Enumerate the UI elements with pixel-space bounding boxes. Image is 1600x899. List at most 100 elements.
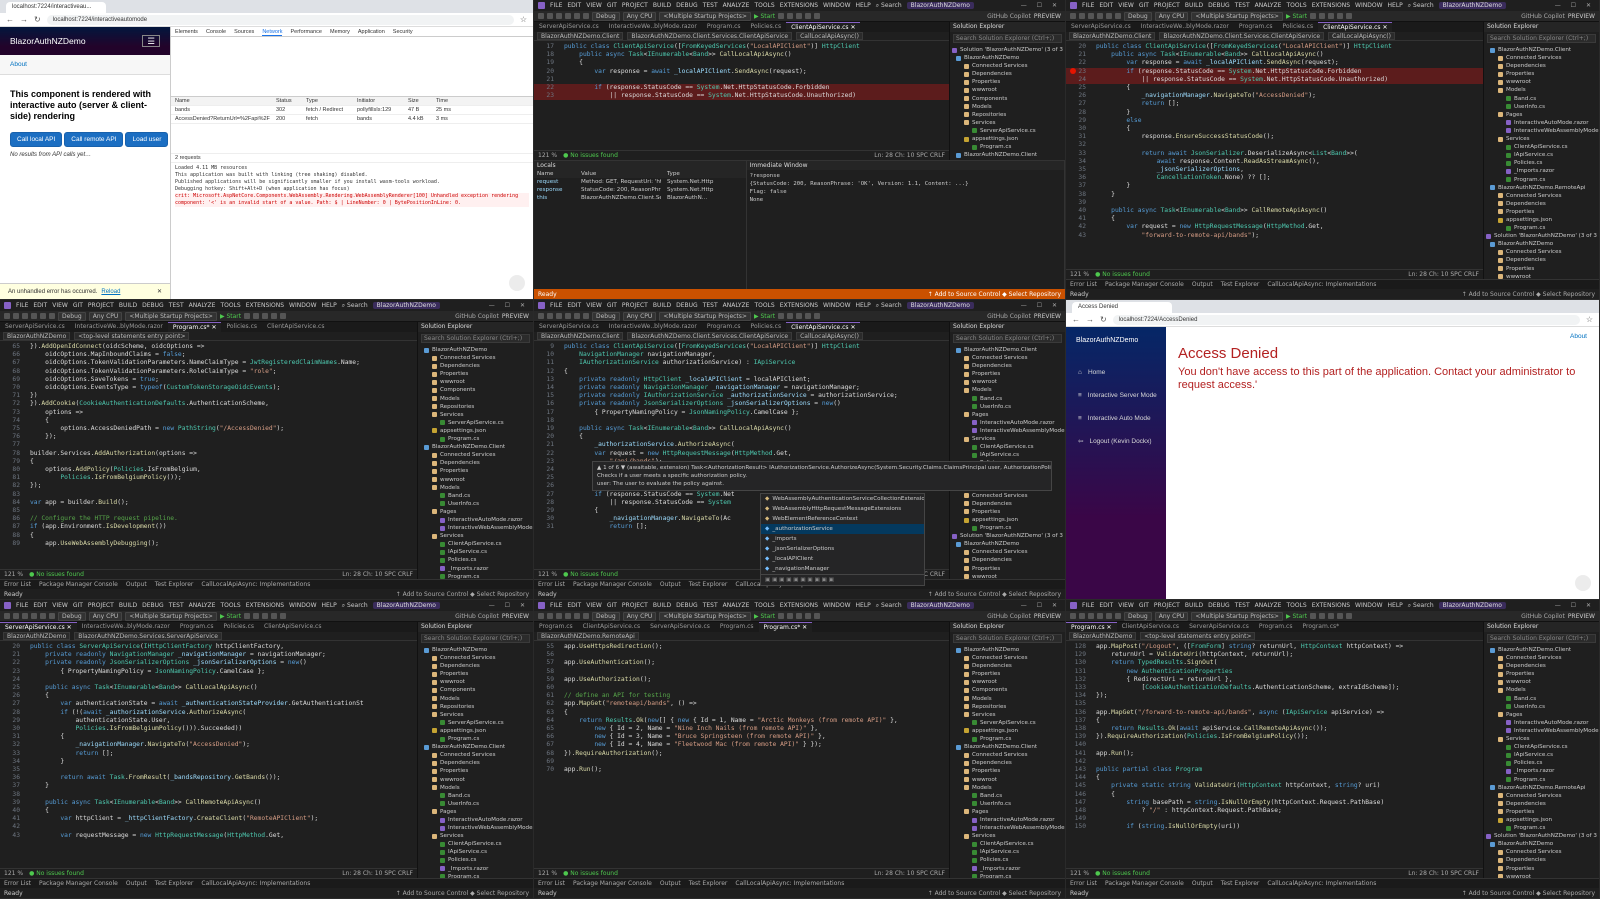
tree-item[interactable]: Band.cs (1484, 95, 1599, 103)
menu-item-view[interactable]: VIEW (586, 602, 602, 609)
toolbar-icon[interactable] (244, 313, 251, 319)
tree-item[interactable]: Services (1484, 735, 1599, 743)
tree-item[interactable]: Dependencies (1484, 62, 1599, 70)
menu-item-extensions[interactable]: EXTENSIONS (1312, 602, 1350, 609)
toolbar-icon[interactable] (565, 613, 571, 619)
tree-item[interactable]: Dependencies (950, 556, 1065, 564)
code-line[interactable]: 133 [CookieAuthenticationDefaults.Authen… (1066, 684, 1483, 692)
bottom-tab[interactable]: CallLocalApiAsync: Implementations (1267, 880, 1376, 887)
tree-item[interactable]: Program.cs (1484, 176, 1599, 184)
zoom-level[interactable]: 121 % (4, 870, 23, 877)
menu-item-project[interactable]: PROJECT (1154, 2, 1180, 9)
tree-item[interactable]: Connected Services (418, 751, 533, 759)
code-line[interactable]: 36 return await Task.FromResult(_bandsRe… (0, 774, 417, 782)
nav-dropdown[interactable]: BlazorAuthNZDemo.Client.Services.ClientA… (627, 32, 793, 40)
menu-item-file[interactable]: FILE (550, 302, 562, 309)
devtools-tab-elements[interactable]: Elements (175, 27, 198, 36)
toolbar-icon[interactable] (22, 613, 28, 619)
tree-item[interactable]: UserInfo.cs (418, 500, 533, 508)
tree-item[interactable]: Properties (1484, 265, 1599, 273)
tree-item[interactable]: _Imports.razor (1484, 167, 1599, 175)
tree-item[interactable]: Band.cs (950, 792, 1065, 800)
forward-icon[interactable]: → (20, 15, 28, 24)
code-line[interactable]: 34 await response.Content.ReadAsStreamAs… (1066, 158, 1483, 166)
tree-item[interactable]: Models (418, 395, 533, 403)
code-line[interactable]: 58 (534, 668, 949, 676)
toolbar-icon[interactable] (1346, 613, 1353, 619)
toolbar-icon[interactable] (4, 613, 10, 619)
completion-item[interactable]: ◆ WebElementReferenceContext (761, 514, 924, 524)
menu-item-edit[interactable]: EDIT (567, 602, 581, 609)
editor-tab[interactable]: InteractiveWe..blyMode.razor (70, 322, 168, 332)
editor-tab[interactable]: InteractiveWe..blyMode.razor (1136, 22, 1234, 32)
tree-item[interactable]: Properties (950, 670, 1065, 678)
code-line[interactable]: 86// Configure the HTTP request pipeline… (0, 515, 417, 523)
bottom-tab[interactable]: CallLocalApiAsync: Implementations (201, 880, 310, 887)
tree-item[interactable]: BlazorAuthNZDemo.RemoteApi (1484, 184, 1599, 192)
toolbar-icon[interactable] (814, 313, 821, 319)
menu-item-debug[interactable]: DEBUG (142, 302, 164, 309)
code-line[interactable]: 71}) (0, 392, 417, 400)
code-line[interactable]: 55 app.UseHttpsRedirection(); (534, 643, 949, 651)
toolbar-icon[interactable] (574, 313, 580, 319)
menu-item-view[interactable]: VIEW (52, 602, 68, 609)
bottom-tab[interactable]: Output (126, 880, 147, 887)
code-line[interactable]: 31 { (0, 733, 417, 741)
editor-tab[interactable]: Program.cs* ✕ (167, 322, 222, 332)
toolbar-icon[interactable] (814, 13, 821, 19)
code-line[interactable]: 136 app.MapGet("/forward-to-remote-api/ba… (1066, 709, 1483, 717)
code-line[interactable]: 29 else (1066, 117, 1483, 125)
editor-tab[interactable]: ClientApiService.cs (1117, 622, 1184, 632)
tree-item[interactable]: Connected Services (418, 451, 533, 459)
tree-item[interactable]: Models (418, 484, 533, 492)
code-line[interactable]: 149 (1066, 815, 1483, 823)
editor-tab[interactable]: ClientApiService.cs ✕ (786, 322, 861, 332)
tree-item[interactable]: Connected Services (950, 751, 1065, 759)
tree-item[interactable]: Connected Services (418, 654, 533, 662)
toolbar-icon[interactable] (1319, 13, 1326, 19)
tree-item[interactable]: appsettings.json (950, 516, 1065, 524)
menu-item-window[interactable]: WINDOW (289, 302, 316, 309)
menu-item-git[interactable]: GIT (607, 302, 617, 309)
solution-search-input[interactable]: Search Solution Explorer (Ctrl+;) (421, 334, 530, 343)
code-line[interactable]: 24 (0, 676, 417, 684)
play-overlay-icon[interactable] (509, 275, 525, 291)
toolbar-icon[interactable] (1106, 13, 1112, 19)
code-line[interactable]: 40 { (0, 807, 417, 815)
tree-item[interactable]: Pages (418, 808, 533, 816)
toolbar-icon[interactable] (787, 313, 794, 319)
reload-icon[interactable]: ↻ (1100, 315, 1107, 324)
tree-item[interactable]: appsettings.json (418, 427, 533, 435)
nav-dropdown[interactable]: BlazorAuthNZDemo.Client (537, 332, 624, 340)
tree-item[interactable]: Connected Services (1484, 792, 1599, 800)
tree-item[interactable]: Properties (418, 767, 533, 775)
tree-item[interactable]: Models (950, 103, 1065, 111)
start-button[interactable]: ▶ Start (754, 613, 775, 620)
code-line[interactable]: 25 public async Task<IEnumerable<Band>> … (0, 684, 417, 692)
toolbar-icon[interactable] (22, 313, 28, 319)
solution-search-input[interactable]: Search Solution Explorer (Ctrl+;) (953, 334, 1062, 343)
menu-item-file[interactable]: FILE (16, 302, 28, 309)
menu-item-build[interactable]: BUILD (119, 602, 137, 609)
tree-item[interactable]: Services (418, 711, 533, 719)
tree-item[interactable]: ClientApiService.cs (950, 443, 1065, 451)
code-line[interactable]: 18 public async Task<IEnumerable<Band>> … (534, 51, 949, 59)
tree-item[interactable]: Program.cs (418, 735, 533, 743)
code-line[interactable]: 16 private readonly JsonSerializerOption… (534, 400, 949, 408)
editor-tab[interactable]: ServerApiService.cs (645, 622, 715, 632)
tree-item[interactable]: Band.cs (418, 492, 533, 500)
locals-row[interactable]: requestMethod: GET, RequestUri: 'https:/… (534, 178, 746, 186)
menu-item-help[interactable]: HELP (856, 2, 871, 9)
menu-item-view[interactable]: VIEW (586, 2, 602, 9)
code-line[interactable]: 144{ (1066, 774, 1483, 782)
editor-tab[interactable]: ClientApiService.cs ✕ (1318, 22, 1393, 32)
solution-search-input[interactable]: Search Solution Explorer (Ctrl+;) (953, 34, 1062, 43)
toolbar-icon[interactable] (1070, 613, 1076, 619)
startup-dropdown[interactable]: <Multiple Startup Projects> (659, 311, 751, 321)
code-line[interactable]: 67 new { Id = 4, Name = "Fleetwood Mac (… (534, 741, 949, 749)
window-controls[interactable]: — ☐ ✕ (1555, 602, 1595, 609)
editor-tab[interactable]: Policies.cs (218, 622, 259, 632)
config-dropdown[interactable]: Debug (592, 611, 620, 621)
tree-item[interactable]: Dependencies (1484, 800, 1599, 808)
menu-item-test[interactable]: TEST (169, 602, 184, 609)
